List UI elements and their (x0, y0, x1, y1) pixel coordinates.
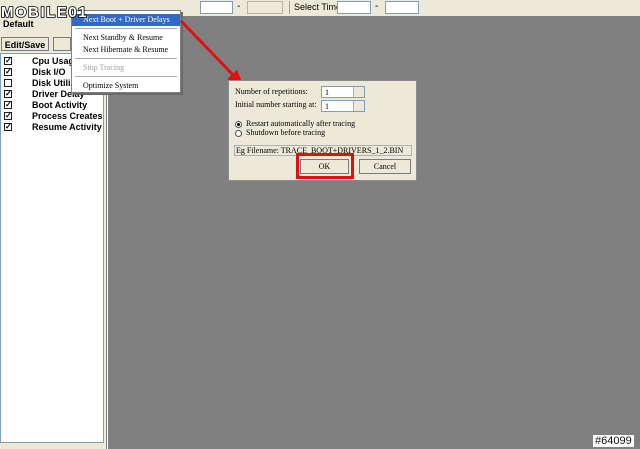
stepper-arrows-icon[interactable] (353, 87, 364, 97)
initial-number-value: 1 (325, 102, 329, 111)
stepper-arrows-icon[interactable] (353, 101, 364, 111)
repetitions-label: Number of repetitions: (235, 87, 308, 96)
initial-number-label: Initial number starting at: (235, 100, 317, 109)
shutdown-label: Shutdown before tracing (246, 128, 326, 137)
shutdown-radio[interactable] (235, 130, 242, 137)
restart-label: Restart automatically after tracing (246, 119, 356, 128)
annotation-arrow (179, 19, 244, 87)
initial-number-stepper[interactable]: 1 (321, 100, 365, 112)
watermark: #64099 (593, 435, 634, 447)
repetitions-value: 1 (325, 88, 329, 97)
restart-radio[interactable] (235, 121, 242, 128)
ok-annotation-box (296, 153, 354, 179)
cancel-button[interactable]: Cancel (359, 159, 411, 174)
repetitions-stepper[interactable]: 1 (321, 86, 365, 98)
arrow-shaft (179, 19, 240, 82)
